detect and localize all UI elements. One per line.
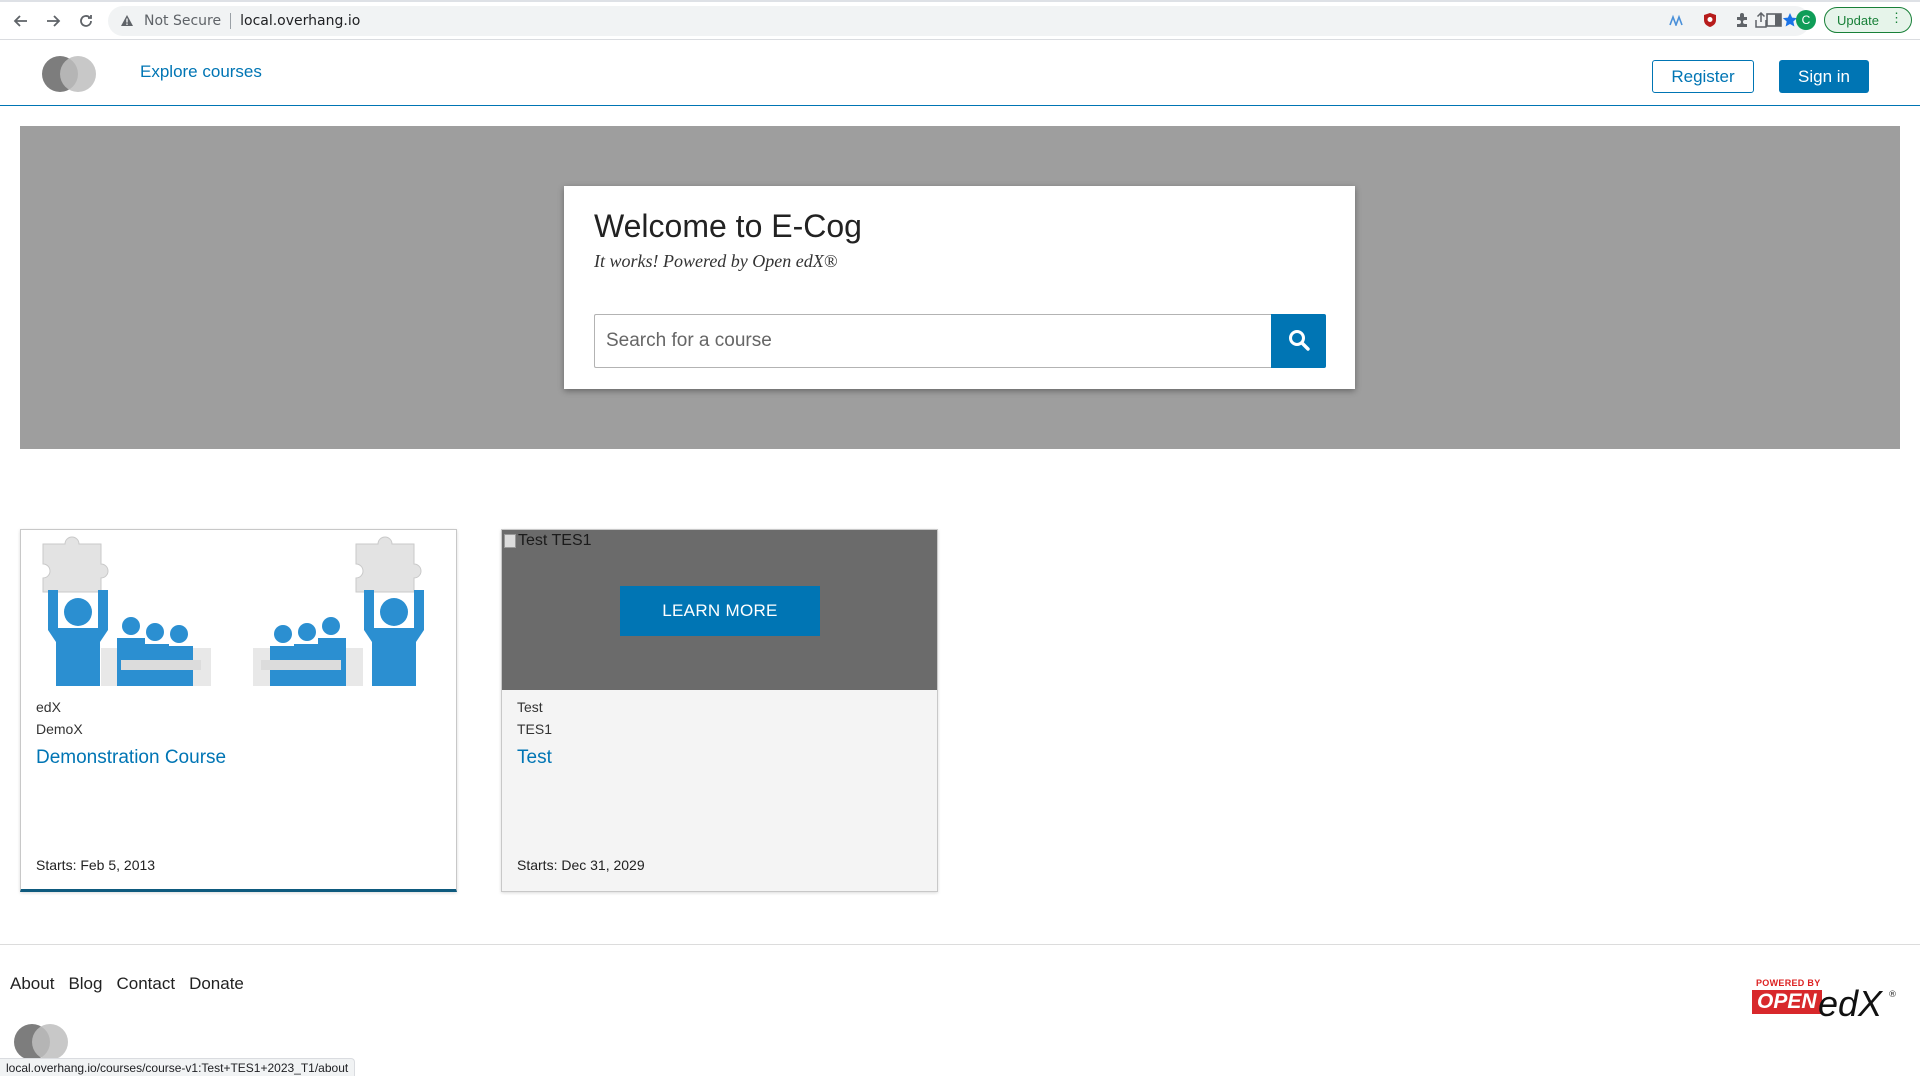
learn-more-button[interactable]: LEARN MORE — [620, 586, 820, 636]
hero-search-panel: Welcome to E-Cog It works! Powered by Op… — [564, 186, 1355, 389]
update-button[interactable]: Update ⋮ — [1824, 7, 1912, 33]
site-header: Explore courses Register Sign in — [0, 40, 1920, 106]
back-icon[interactable] — [9, 9, 33, 33]
course-title[interactable]: Demonstration Course — [36, 747, 226, 769]
course-code: DemoX — [36, 721, 83, 737]
update-label: Update — [1837, 12, 1879, 28]
image-alt-text: Test TES1 — [518, 532, 592, 549]
footer-divider — [0, 944, 1920, 945]
page-title: Welcome to E-Cog — [594, 208, 862, 244]
adblock-shield-icon[interactable] — [1699, 9, 1721, 31]
registered-mark: ® — [1888, 990, 1897, 1000]
broken-image-alt: Test TES1 — [504, 532, 592, 550]
reload-icon[interactable] — [74, 9, 98, 33]
course-card-test[interactable]: Test TES1 LEARN MORE Test TES1 Test Star… — [501, 529, 938, 892]
footer-logo[interactable] — [14, 1024, 70, 1060]
course-org: Test — [517, 699, 543, 715]
omnibox-divider — [230, 13, 232, 29]
profile-avatar[interactable]: C — [1796, 10, 1816, 30]
powered-by-open-edx-logo[interactable]: POWERED BY OPEN edX ® — [1748, 978, 1900, 1032]
course-image[interactable]: Test TES1 LEARN MORE — [502, 530, 937, 690]
sign-in-button[interactable]: Sign in — [1779, 60, 1869, 93]
course-org: edX — [36, 699, 61, 715]
explore-courses-link[interactable]: Explore courses — [140, 62, 262, 82]
course-search-input[interactable] — [594, 314, 1271, 368]
search-icon — [1288, 329, 1310, 354]
tab-strip-edge — [0, 0, 1920, 2]
open-text: OPEN — [1752, 990, 1822, 1014]
course-code: TES1 — [517, 721, 553, 737]
extension-wave-icon[interactable] — [1666, 9, 1688, 31]
course-start-date: Starts: Dec 31, 2029 — [517, 857, 645, 873]
address-bar[interactable]: Not Secure local.overhang.io — [108, 6, 1810, 36]
page-subtitle: It works! Powered by Open edX® — [594, 251, 838, 271]
security-label[interactable]: Not Secure — [144, 13, 221, 29]
register-button[interactable]: Register — [1652, 60, 1754, 93]
footer-link-blog[interactable]: Blog — [68, 974, 102, 994]
course-start-date: Starts: Feb 5, 2013 — [36, 857, 156, 873]
course-card-demo[interactable]: edX DemoX Demonstration Course Starts: F… — [20, 529, 457, 892]
link-status-bar: local.overhang.io/courses/course-v1:Test… — [0, 1058, 356, 1076]
footer-link-contact[interactable]: Contact — [116, 974, 175, 994]
side-panel-icon[interactable] — [1763, 9, 1785, 31]
course-image[interactable] — [21, 530, 456, 690]
course-title[interactable]: Test — [517, 747, 552, 769]
broken-image-icon — [504, 534, 516, 548]
powered-by-text: POWERED BY — [1756, 978, 1821, 988]
edx-text: edX — [1818, 983, 1883, 1024]
extensions-puzzle-icon[interactable] — [1731, 9, 1753, 31]
site-logo[interactable] — [42, 56, 98, 92]
footer-link-donate[interactable]: Donate — [189, 974, 244, 994]
footer-nav: About Blog Contact Donate — [10, 974, 244, 994]
footer-link-about[interactable]: About — [10, 974, 54, 994]
warning-triangle-icon — [120, 14, 136, 28]
search-button[interactable] — [1271, 314, 1326, 368]
forward-icon[interactable] — [41, 9, 65, 33]
hero-banner: Welcome to E-Cog It works! Powered by Op… — [20, 126, 1900, 449]
teamwork-puzzle-illustration — [21, 530, 456, 690]
url-text[interactable]: local.overhang.io — [240, 13, 360, 29]
more-menu-icon: ⋮ — [1890, 10, 1903, 25]
browser-toolbar: Not Secure local.overhang.io C Update ⋮ — [0, 0, 1920, 40]
